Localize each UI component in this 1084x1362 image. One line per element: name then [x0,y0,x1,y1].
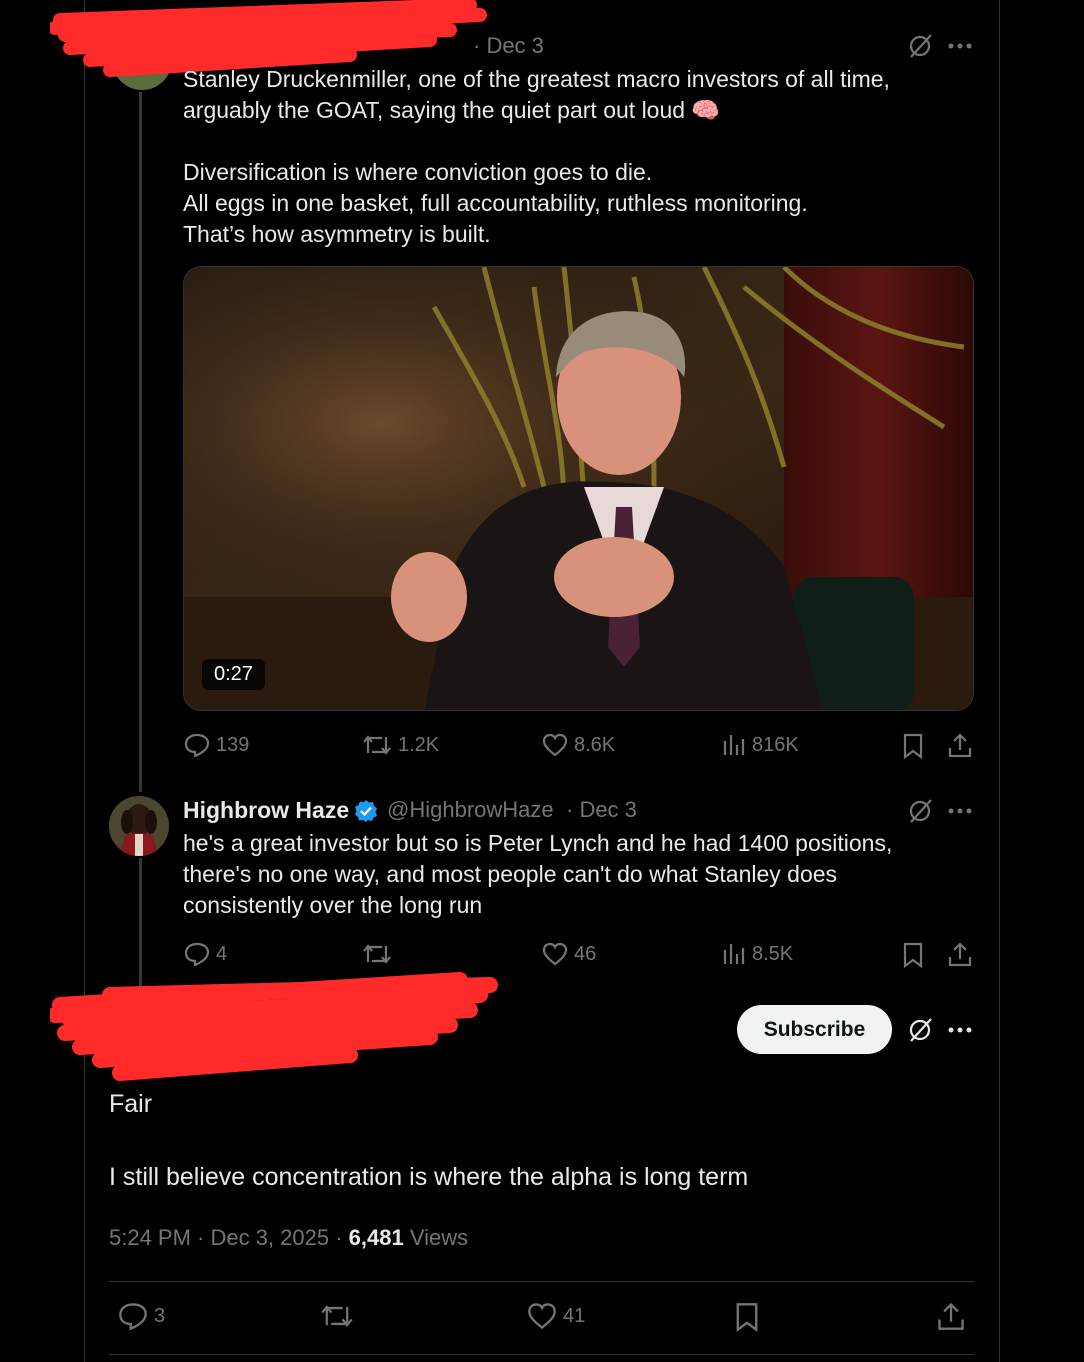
reply-count: 139 [216,733,250,756]
views-button[interactable]: 816K [722,733,799,757]
heart-icon [528,1303,556,1329]
analytics-icon [723,735,745,755]
reply-icon [184,733,210,757]
more-options-icon[interactable] [947,1026,973,1034]
repost-button[interactable] [320,1302,354,1330]
thread-connector [139,92,142,792]
reply-icon [184,942,210,966]
reply-button[interactable]: 3 [118,1302,165,1330]
reply-button[interactable]: 139 [184,733,249,757]
views-label: Views [403,1225,469,1250]
tweet-text-line: I still believe concentration is where t… [109,1163,749,1191]
tweet-text: Stanley Druckenmiller, one of the greate… [183,66,890,247]
grok-icon[interactable] [907,33,933,59]
reply-count: 4 [216,942,228,965]
tweet-text: he's a great investor but so is Peter Ly… [183,830,893,918]
like-count: 41 [563,1304,586,1327]
like-button[interactable]: 8.6K [542,733,615,757]
video-frame [184,267,973,710]
views-button[interactable]: 8.5K [722,942,793,966]
like-button[interactable]: 41 [527,1302,585,1330]
tweet-date[interactable]: · Dec 3 [566,797,637,823]
tweet-timestamp[interactable]: 5:24 PM · Dec 3, 2025 · [109,1225,349,1250]
author-handle[interactable]: @HighbrowHaze [387,797,554,823]
subscribe-button[interactable]: Subscribe [737,1005,892,1054]
tweet-date[interactable]: · Dec 3 [473,33,544,59]
share-icon[interactable] [948,941,972,967]
bookmark-icon[interactable] [903,733,923,759]
views-count: 816K [752,733,799,756]
avatar[interactable] [109,796,169,856]
repost-button[interactable]: 1.2K [362,733,439,757]
repost-icon [363,944,391,964]
like-button[interactable]: 46 [542,942,596,966]
reply-count: 3 [154,1304,166,1327]
divider [109,1354,974,1355]
verified-badge-icon [355,800,377,822]
repost-count: 1.2K [398,733,440,756]
dog-avatar-image [109,796,169,856]
repost-icon [321,1305,353,1327]
heart-icon [542,733,568,757]
view-count: 6,481 [348,1225,404,1250]
repost-button[interactable] [362,942,398,966]
grok-icon[interactable] [907,798,933,824]
video-player[interactable]: 0:27 [183,266,974,711]
repost-icon [363,735,391,755]
like-count: 8.6K [574,733,616,756]
more-options-icon[interactable] [947,42,973,50]
redaction-scribble [50,972,498,1081]
like-count: 46 [574,942,597,965]
reply-button[interactable]: 4 [184,942,227,966]
author-name[interactable]: Highbrow Haze [183,797,349,824]
share-icon[interactable] [948,732,972,758]
divider [109,1281,974,1282]
views-count: 8.5K [752,942,794,965]
heart-icon [542,942,568,966]
reply-icon [119,1303,147,1330]
tweet-meta: 5:24 PM · Dec 3, 2025 · 6,481 Views [109,1225,468,1251]
grok-icon[interactable] [907,1017,933,1043]
more-options-icon[interactable] [947,807,973,815]
bookmark-icon[interactable] [903,942,923,968]
tweet-text-line: Fair [109,1090,153,1118]
bookmark-icon[interactable] [735,1302,759,1332]
analytics-icon [723,944,745,964]
share-icon[interactable] [937,1301,965,1331]
video-duration: 0:27 [202,659,265,690]
